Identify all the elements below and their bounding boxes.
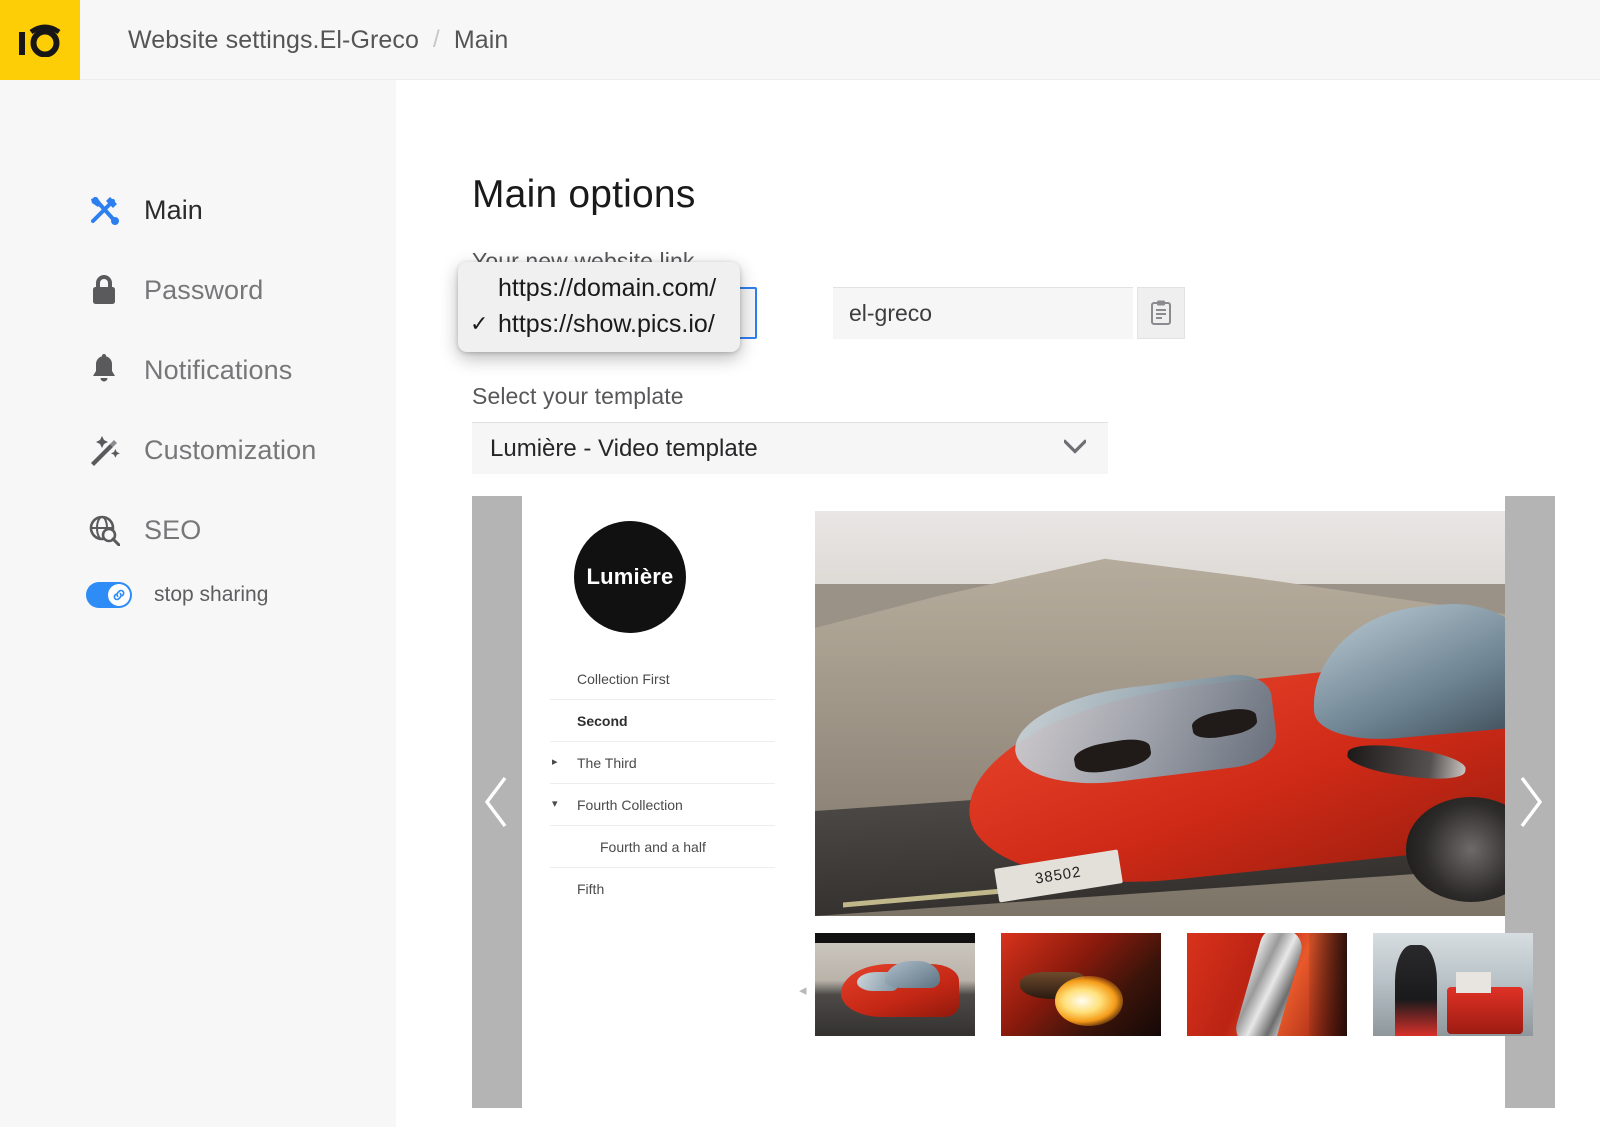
sidebar-item-label: Main [144,194,203,225]
link-icon [113,589,125,601]
thumb-equipment-box [1456,972,1492,993]
sidebar-nav: Main Password Notifications Customizatio… [0,170,396,570]
tools-icon [86,192,122,228]
collection-label: Fourth and a half [600,838,706,855]
collection-list: Collection First Second ▸ The Third ▾ Fo… [550,658,775,909]
list-item[interactable]: Fourth and a half [550,826,775,868]
list-item[interactable]: Collection First [550,658,775,700]
chevron-down-icon [1062,438,1088,458]
thumbnail-art [1373,933,1533,1036]
chevron-right-icon [1520,776,1543,828]
thumb-equipment-cart [1446,986,1524,1034]
thumb-car-glass [885,960,940,988]
app-logo[interactable] [0,0,80,80]
chevron-left-icon [484,776,507,828]
thumb-flame [1055,976,1123,1026]
dropdown-option-label: https://domain.com/ [498,273,717,302]
sidebar-item-label: Notifications [144,354,293,385]
magic-wand-icon [86,432,122,468]
breadcrumb-separator: / [433,26,440,53]
sidebar-item-notifications[interactable]: Notifications [0,330,396,410]
toggle-knob [108,584,130,606]
sidebar-item-label: Customization [144,434,317,465]
list-item[interactable]: Fifth [550,868,775,909]
collection-bullet: ▾ [552,798,558,810]
copy-link-button[interactable] [1137,287,1185,339]
sidebar-item-label: SEO [144,514,202,545]
breadcrumb: Website settings.El-Greco / Main [128,0,508,80]
preview-site: Lumière Collection First Second ▸ The Th… [522,493,1533,1108]
stop-sharing-row[interactable]: stop sharing [86,582,268,608]
preview-prev-button[interactable] [472,496,522,1108]
hero-image[interactable]: 38502 [815,511,1505,916]
thumb-shadow [1308,933,1347,1036]
settings-sidebar: Main Password Notifications Customizatio… [0,80,396,1127]
thumbnail-item[interactable] [1187,933,1347,1036]
thumbs-prev-arrow[interactable]: ◂ [799,983,807,998]
dropdown-option-label: https://show.pics.io/ [498,309,715,338]
thumbnail-item[interactable] [815,933,975,1036]
thumb-crew-member [1395,945,1437,1036]
site-logo: Lumière [574,521,686,633]
collection-label: Collection First [577,670,670,687]
list-item[interactable]: ▾ Fourth Collection [550,784,775,826]
list-item[interactable]: Second [550,700,775,742]
collection-label: Second [577,712,628,729]
lock-icon [86,272,122,308]
sidebar-item-password[interactable]: Password [0,250,396,330]
collection-bullet: ▸ [552,756,558,768]
thumbnail-item[interactable] [1001,933,1161,1036]
globe-search-icon [86,512,122,548]
thumbnail-art [1001,933,1161,1036]
thumb-chrome-detail [1231,933,1306,1036]
collection-label: Fifth [577,880,605,897]
template-preview: Lumière Collection First Second ▸ The Th… [472,493,1600,1108]
list-item[interactable]: ▸ The Third [550,742,775,784]
thumbnail-art [815,933,975,1036]
main-content: Main options Your new website link https… [396,80,1600,1127]
stop-sharing-label: stop sharing [154,583,269,606]
sidebar-item-seo[interactable]: SEO [0,490,396,570]
collection-label: The Third [577,754,637,771]
template-select-value: Lumière - Video template [490,434,758,462]
breadcrumb-parent[interactable]: Website settings.El-Greco [128,26,419,55]
pics-io-camera-icon [19,24,61,57]
domain-dropdown-menu[interactable]: https://domain.com/ ✓ https://show.pics.… [458,262,740,352]
site-logo-text: Lumière [586,564,674,589]
clipboard-icon [1151,300,1171,325]
thumbnail-art [1187,933,1347,1036]
page-title: Main options [472,173,696,216]
hero-car: 38502 [958,596,1505,908]
collection-label: Fourth Collection [577,796,683,813]
dropdown-option-selected[interactable]: ✓ https://show.pics.io/ [458,306,740,342]
thumbnail-item[interactable] [1373,933,1533,1036]
car-windshield [1305,596,1505,746]
slug-input[interactable] [833,287,1133,339]
bell-icon [86,352,122,388]
sidebar-item-customization[interactable]: Customization [0,410,396,490]
sidebar-item-main[interactable]: Main [0,170,396,250]
select-template-label: Select your template [472,383,684,409]
dropdown-check-mark: ✓ [470,311,489,336]
sharing-toggle[interactable] [86,582,132,608]
thumbnail-selected-bar [815,933,975,943]
template-select[interactable]: Lumière - Video template [472,422,1108,474]
sidebar-item-label: Password [144,274,264,305]
thumbnail-strip: ◂ ▸ [799,933,1533,1038]
dropdown-option[interactable]: https://domain.com/ [458,270,740,306]
breadcrumb-current: Main [453,25,509,54]
app-header: Website settings.El-Greco / Main [0,0,1600,80]
